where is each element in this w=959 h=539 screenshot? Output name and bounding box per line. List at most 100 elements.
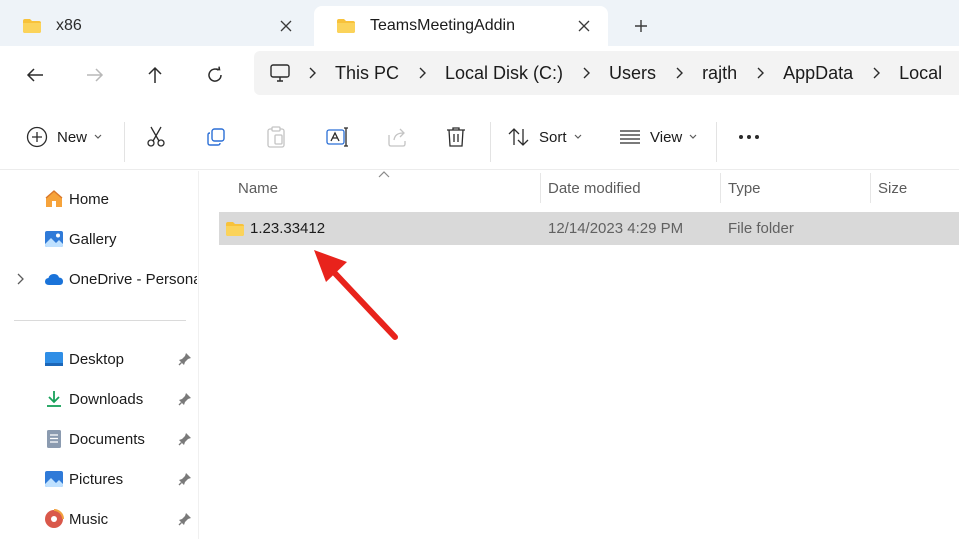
pane-divider[interactable]	[198, 171, 199, 539]
folder-icon	[23, 19, 41, 33]
list-view-icon	[620, 130, 640, 144]
scissors-icon	[147, 126, 165, 147]
file-name[interactable]: 1.23.33412	[250, 220, 325, 237]
chevron-right-icon[interactable]	[16, 273, 24, 285]
plus-circle-icon	[26, 126, 48, 148]
refresh-button[interactable]	[200, 60, 230, 90]
breadcrumb-appdata[interactable]: AppData	[783, 63, 853, 84]
nav-item-onedrive[interactable]: OneDrive - Personal	[0, 262, 198, 296]
file-date-modified: 12/14/2023 4:29 PM	[548, 220, 684, 237]
chevron-right-icon	[756, 67, 765, 79]
arrow-right-icon	[87, 68, 104, 82]
plus-icon	[635, 20, 647, 32]
chevron-right-icon	[308, 67, 316, 79]
chevron-right-icon	[582, 67, 591, 79]
paste-button[interactable]	[266, 122, 286, 152]
arrow-up-icon	[148, 66, 162, 83]
share-button[interactable]	[386, 122, 408, 152]
delete-button[interactable]	[446, 122, 466, 152]
cloud-icon	[45, 274, 63, 285]
folder-icon	[226, 222, 244, 236]
navigation-pane: Home Gallery OneDrive - Personal Desktop…	[0, 171, 198, 539]
gallery-icon	[45, 231, 63, 247]
document-icon	[47, 430, 61, 448]
nav-item-downloads[interactable]: Downloads	[0, 382, 198, 416]
view-button[interactable]: View	[619, 122, 697, 152]
column-divider[interactable]	[870, 173, 871, 203]
file-list: Name Date modified Type Size 1.23.33412 …	[200, 171, 959, 539]
tab-strip: x86 TeamsMeetingAddin	[0, 0, 959, 46]
nav-item-home[interactable]: Home	[0, 182, 198, 216]
file-row[interactable]: 1.23.33412 12/14/2023 4:29 PM File folde…	[219, 212, 959, 245]
chevron-right-icon	[675, 67, 684, 79]
copy-button[interactable]	[206, 122, 226, 152]
breadcrumb-this-pc[interactable]: This PC	[335, 63, 399, 84]
column-divider[interactable]	[540, 173, 541, 203]
tab-x86[interactable]: x86	[0, 6, 310, 46]
chevron-down-icon	[574, 134, 581, 139]
pin-icon[interactable]	[178, 432, 192, 446]
address-bar[interactable]: This PC Local Disk (C:) Users rajth AppD…	[254, 51, 959, 95]
file-type: File folder	[728, 220, 794, 237]
toolbar-divider	[716, 122, 717, 162]
tab-teamsmeetingaddin[interactable]: TeamsMeetingAddin	[314, 6, 608, 46]
more-icon	[739, 135, 759, 139]
close-tab-button[interactable]	[574, 16, 594, 36]
close-icon	[578, 20, 590, 32]
pin-icon[interactable]	[178, 472, 192, 486]
forward-button[interactable]	[80, 60, 110, 90]
close-icon	[280, 20, 292, 32]
chevron-right-icon	[872, 67, 881, 79]
nav-divider	[14, 320, 186, 321]
new-button[interactable]: New	[26, 122, 102, 152]
cut-button[interactable]	[146, 122, 166, 152]
refresh-icon	[208, 66, 222, 82]
pictures-icon	[45, 471, 63, 487]
breadcrumb-users[interactable]: Users	[609, 63, 656, 84]
toolbar-divider	[490, 122, 491, 162]
column-header-name[interactable]: Name	[238, 171, 278, 205]
chevron-right-icon	[418, 67, 427, 79]
chevron-down-icon	[689, 134, 697, 139]
share-icon	[388, 128, 406, 147]
rename-icon	[326, 127, 348, 147]
tab-title: x86	[56, 17, 82, 34]
clipboard-icon	[267, 126, 285, 148]
download-icon	[47, 391, 61, 407]
pin-icon[interactable]	[178, 352, 192, 366]
pin-icon[interactable]	[178, 392, 192, 406]
nav-item-desktop[interactable]: Desktop	[0, 342, 198, 376]
breadcrumb-local[interactable]: Local	[899, 63, 942, 84]
chevron-down-icon	[94, 134, 102, 139]
nav-item-pictures[interactable]: Pictures	[0, 462, 198, 496]
home-icon	[45, 190, 63, 207]
new-tab-button[interactable]	[628, 13, 654, 39]
column-header-size[interactable]: Size	[878, 171, 907, 205]
breadcrumb-rajth[interactable]: rajth	[702, 63, 737, 84]
music-icon	[45, 509, 64, 528]
pin-icon[interactable]	[178, 512, 192, 526]
column-header-date-modified[interactable]: Date modified	[548, 171, 641, 205]
column-header-type[interactable]: Type	[728, 171, 761, 205]
folder-icon	[337, 19, 355, 33]
column-divider[interactable]	[720, 173, 721, 203]
trash-icon	[447, 127, 465, 147]
nav-item-documents[interactable]: Documents	[0, 422, 198, 456]
arrow-left-icon	[26, 68, 43, 82]
copy-icon	[207, 128, 225, 146]
sort-button[interactable]: Sort	[508, 122, 582, 152]
close-tab-button[interactable]	[276, 16, 296, 36]
nav-item-music[interactable]: Music	[0, 502, 198, 536]
navigation-row: This PC Local Disk (C:) Users rajth AppD…	[0, 46, 959, 104]
rename-button[interactable]	[326, 122, 350, 152]
sort-icon	[508, 128, 529, 146]
sort-ascending-icon	[378, 171, 390, 178]
breadcrumb-local-disk[interactable]: Local Disk (C:)	[445, 63, 563, 84]
tab-title: TeamsMeetingAddin	[370, 17, 515, 34]
nav-item-gallery[interactable]: Gallery	[0, 222, 198, 256]
monitor-icon	[270, 64, 290, 82]
up-button[interactable]	[140, 60, 170, 90]
command-bar: New Sort View	[0, 104, 959, 170]
back-button[interactable]	[20, 60, 50, 90]
more-options-button[interactable]	[738, 122, 760, 152]
